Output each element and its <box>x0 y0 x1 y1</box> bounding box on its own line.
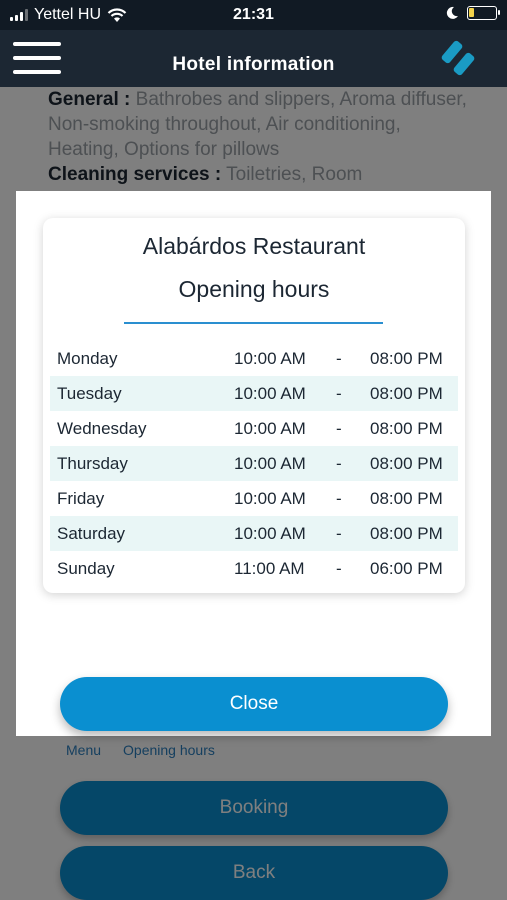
hours-row: Monday 10:00 AM - 08:00 PM <box>50 341 458 376</box>
close-time: 08:00 PM <box>370 384 443 403</box>
hours-row: Sunday 11:00 AM - 06:00 PM <box>50 551 458 586</box>
status-bar: Yettel HU 21:31 <box>0 0 507 30</box>
status-time: 21:31 <box>233 6 274 23</box>
close-time: 08:00 PM <box>370 419 443 438</box>
status-right <box>445 6 500 20</box>
app-header: Hotel information <box>0 30 507 87</box>
close-time: 06:00 PM <box>370 559 443 578</box>
hours-row: Friday 10:00 AM - 08:00 PM <box>50 481 458 516</box>
time-separator: - <box>336 559 342 578</box>
time-separator: - <box>336 489 342 508</box>
time-separator: - <box>336 454 342 473</box>
moon-icon <box>446 6 458 19</box>
time-separator: - <box>336 384 342 403</box>
battery-icon <box>467 6 500 20</box>
restaurant-name: Alabárdos Restaurant <box>142 233 366 259</box>
open-time: 10:00 AM <box>234 384 306 403</box>
open-time: 10:00 AM <box>234 454 306 473</box>
hours-row: Saturday 10:00 AM - 08:00 PM <box>50 516 458 551</box>
day-label: Tuesday <box>57 384 122 403</box>
open-time: 10:00 AM <box>234 349 306 368</box>
page-title: Hotel information <box>172 54 335 75</box>
hours-row: Thursday 10:00 AM - 08:00 PM <box>50 446 458 481</box>
open-time: 11:00 AM <box>234 559 305 578</box>
divider <box>124 322 383 324</box>
close-time: 08:00 PM <box>370 454 443 473</box>
app-logo-icon <box>441 40 475 76</box>
close-time: 08:00 PM <box>370 524 443 543</box>
day-label: Thursday <box>57 454 128 473</box>
opening-hours-modal: Alabárdos Restaurant Opening hours Monda… <box>16 191 491 736</box>
open-time: 10:00 AM <box>234 419 306 438</box>
open-time: 10:00 AM <box>234 524 306 543</box>
close-time: 08:00 PM <box>370 349 443 368</box>
close-button[interactable]: Close <box>60 677 448 731</box>
time-separator: - <box>336 524 342 543</box>
hours-row: Tuesday 10:00 AM - 08:00 PM <box>50 376 458 411</box>
day-label: Sunday <box>57 559 115 578</box>
opening-hours-heading: Opening hours <box>178 276 330 302</box>
time-separator: - <box>336 419 342 438</box>
opening-hours-table: Monday 10:00 AM - 08:00 PM Tuesday 10:00… <box>50 341 458 586</box>
day-label: Saturday <box>57 524 126 543</box>
day-label: Wednesday <box>57 419 147 438</box>
day-label: Monday <box>57 349 118 368</box>
day-label: Friday <box>57 489 105 508</box>
close-time: 08:00 PM <box>370 489 443 508</box>
time-separator: - <box>336 349 342 368</box>
opening-hours-card: Alabárdos Restaurant Opening hours Monda… <box>43 218 465 593</box>
hours-row: Wednesday 10:00 AM - 08:00 PM <box>50 411 458 446</box>
open-time: 10:00 AM <box>234 489 306 508</box>
